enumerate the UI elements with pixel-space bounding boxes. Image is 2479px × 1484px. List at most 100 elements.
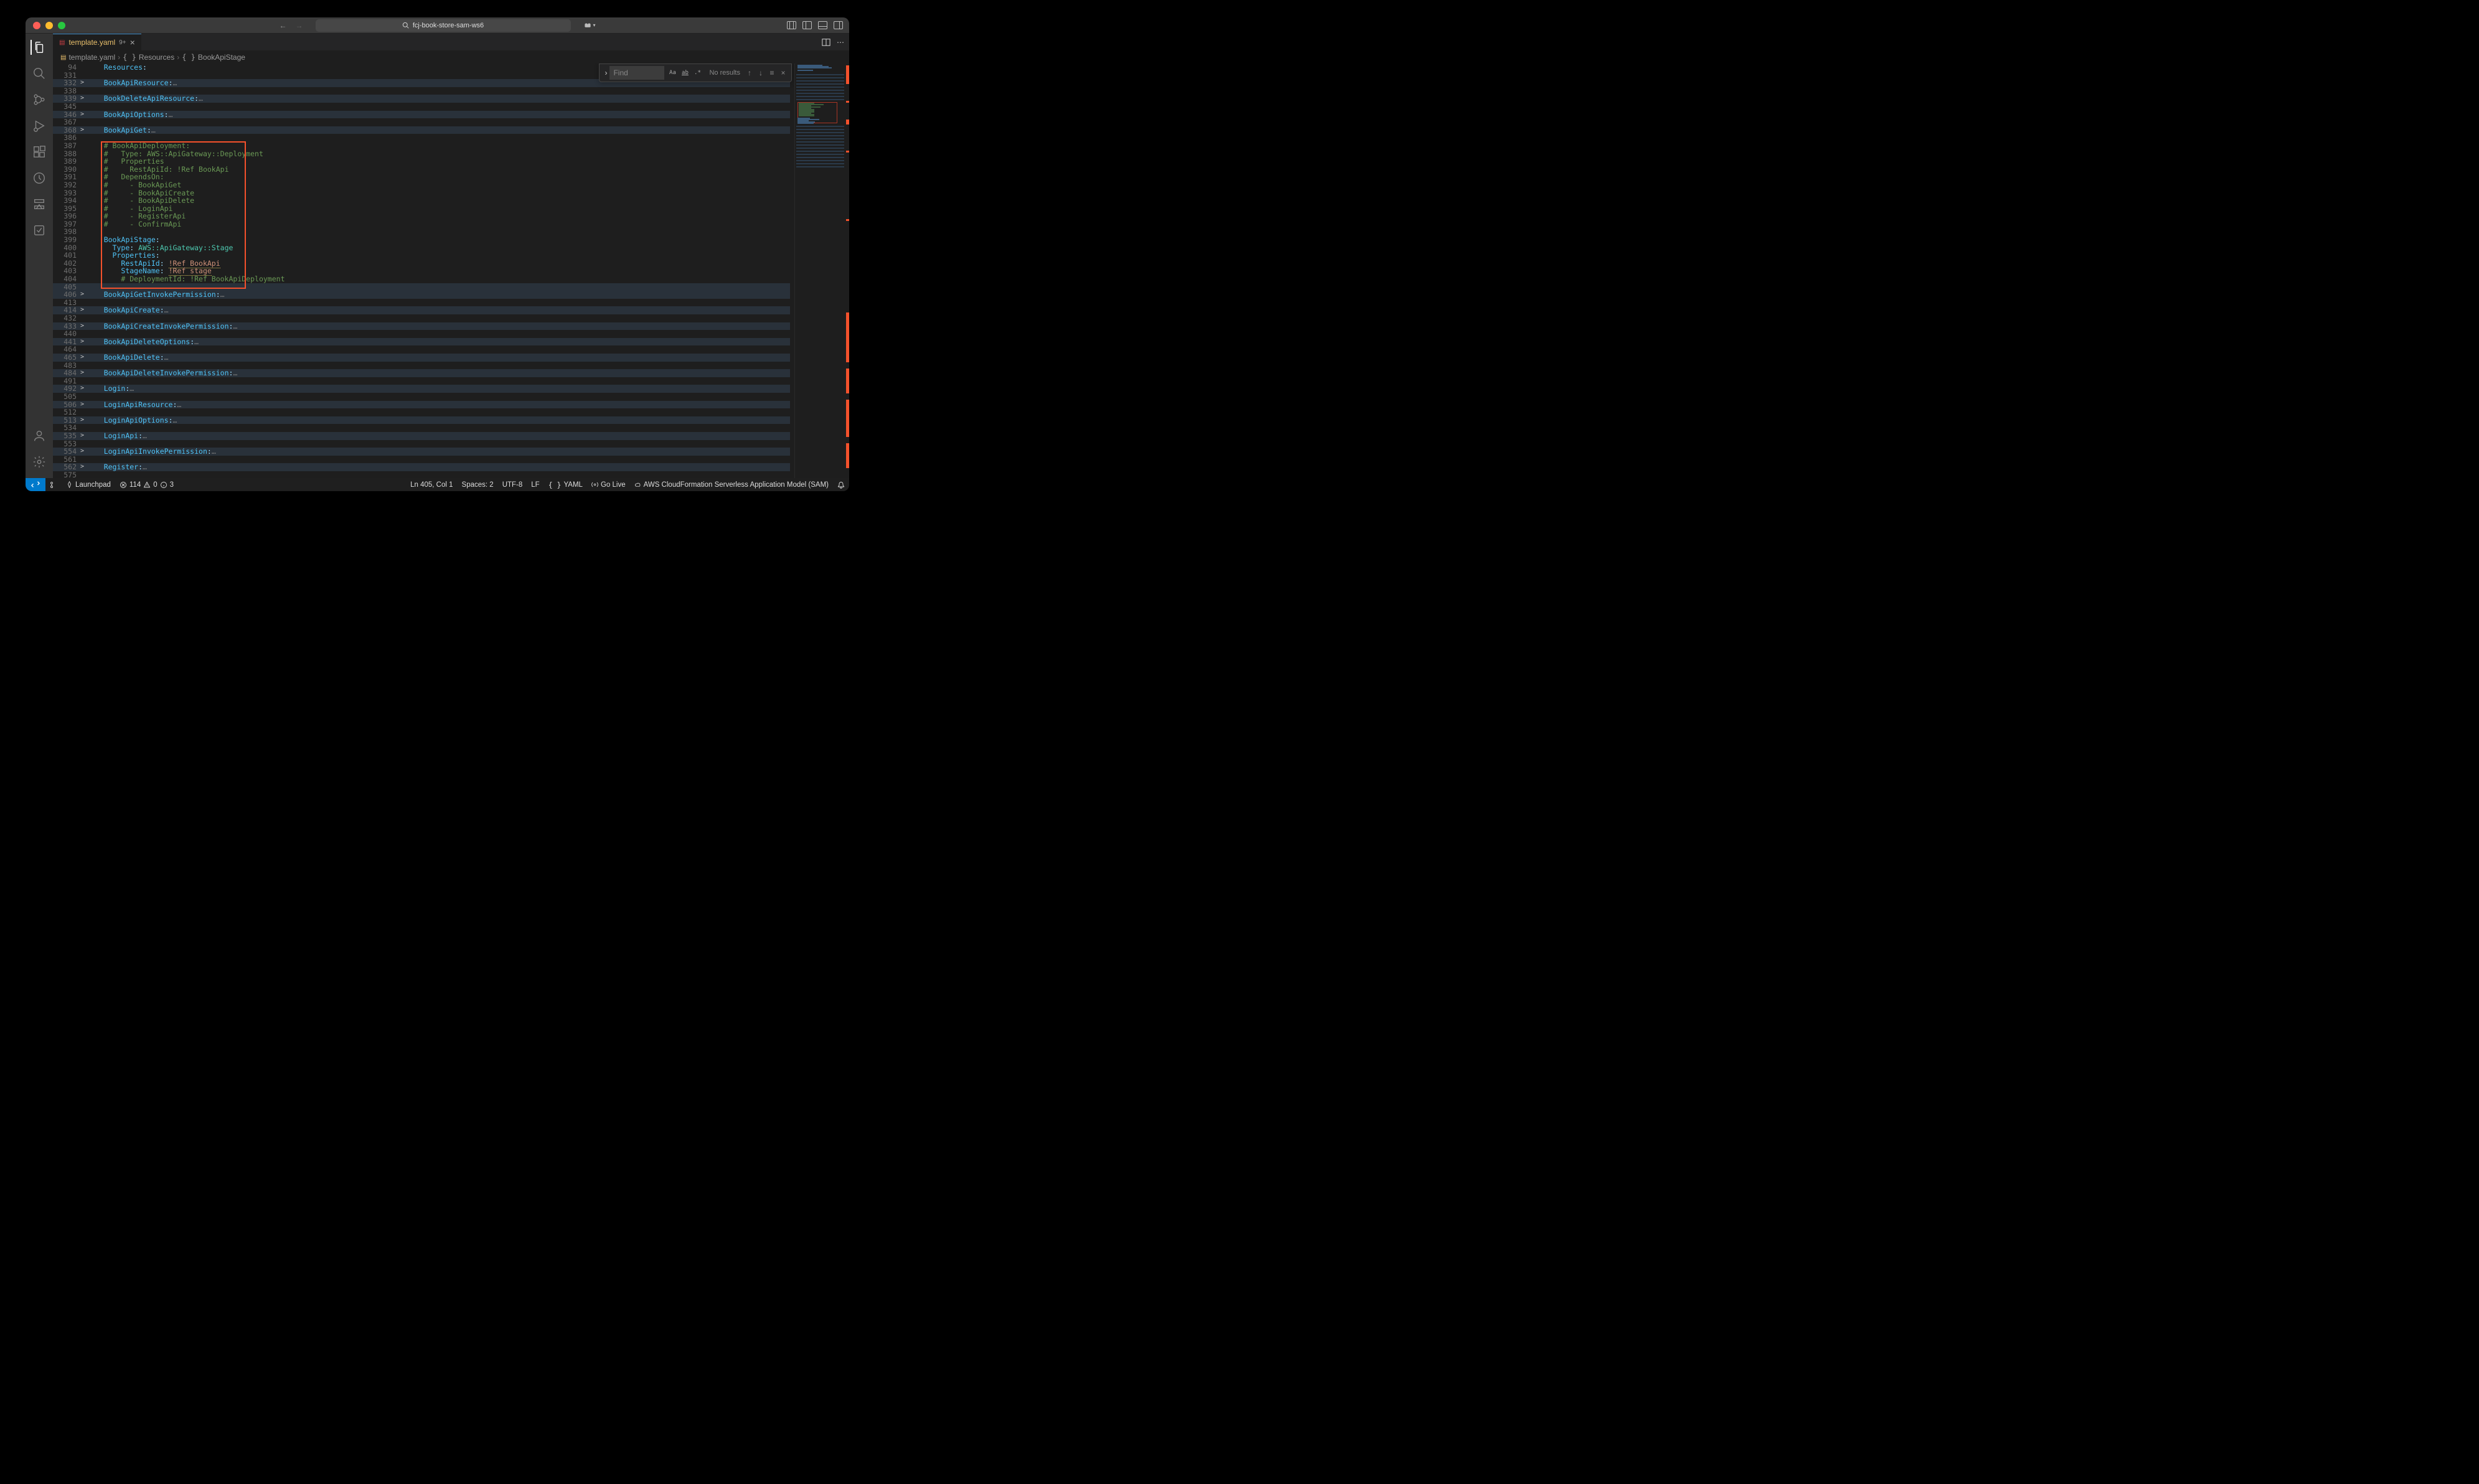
code-line[interactable]: 397 # - ConfirmApi [53,220,790,228]
fold-chevron-icon[interactable]: > [78,306,87,314]
fold-chevron-icon[interactable]: > [78,79,87,87]
code-line[interactable]: 561 [53,456,790,464]
fold-chevron-icon[interactable]: > [78,354,87,362]
run-debug-icon[interactable] [32,118,47,133]
code-content[interactable]: BookApiDelete:… [87,354,790,362]
code-content[interactable]: Type: AWS::ApiGateway::Stage [87,244,790,252]
breadcrumb-bookapistage[interactable]: BookApiStage [198,53,245,62]
breadcrumb-resources[interactable]: Resources [139,53,174,62]
fold-chevron-icon[interactable]: > [78,95,87,103]
code-line[interactable]: 367 [53,118,790,126]
fold-chevron-icon[interactable]: > [78,369,87,377]
code-content[interactable]: LoginApiResource:… [87,401,790,409]
generic-ext-icon-3[interactable] [32,223,47,238]
status-go-live[interactable]: Go Live [587,481,630,489]
find-prev-icon[interactable]: ↑ [744,68,755,77]
code-line[interactable]: 404 # DeploymentId: !Ref BookApiDeployme… [53,275,790,283]
toggle-primary-sidebar-icon[interactable] [802,21,812,29]
code-line[interactable]: 535> LoginApi:… [53,432,790,440]
code-line[interactable]: 441> BookApiDeleteOptions:… [53,338,790,346]
code-line[interactable]: 406> BookApiGetInvokePermission:… [53,291,790,299]
nav-back-icon[interactable]: ← [279,21,286,30]
code-content[interactable]: LoginApiOptions:… [87,416,790,425]
status-encoding[interactable]: UTF-8 [498,481,527,489]
code-content[interactable]: # - ConfirmApi [87,220,790,228]
code-content[interactable]: # - RegisterApi [87,212,790,220]
code-content[interactable]: BookApiGetInvokePermission:… [87,291,790,299]
fold-chevron-icon[interactable]: > [78,401,87,409]
code-line[interactable]: 400 Type: AWS::ApiGateway::Stage [53,244,790,252]
generic-ext-icon-2[interactable] [32,197,47,212]
extension-indicator[interactable]: ▾ [583,21,595,30]
code-content[interactable]: BookDeleteApiResource:… [87,95,790,103]
code-line[interactable]: 575 [53,471,790,478]
code-line[interactable]: 433> BookApiCreateInvokePermission:… [53,322,790,331]
fold-chevron-icon[interactable]: > [78,463,87,471]
code-content[interactable] [87,228,790,236]
code-line[interactable]: 401 Properties: [53,251,790,260]
remote-indicator[interactable] [26,478,45,491]
code-content[interactable] [87,456,790,464]
status-cloudformation-context[interactable]: AWS CloudFormation Serverless Applicatio… [630,481,833,489]
code-content[interactable]: BookApiCreate:… [87,306,790,314]
code-line[interactable]: 484> BookApiDeleteInvokePermission:… [53,369,790,377]
code-content[interactable]: LoginApiInvokePermission:… [87,448,790,456]
code-content[interactable] [87,424,790,432]
code-line[interactable]: 339> BookDeleteApiResource:… [53,95,790,103]
extensions-icon[interactable] [32,144,47,159]
find-input[interactable] [609,66,664,80]
find-next-icon[interactable]: ↓ [755,68,766,77]
find-in-selection-icon[interactable]: ≡ [766,68,778,77]
fold-chevron-icon[interactable]: > [78,432,87,440]
split-editor-icon[interactable] [822,38,830,47]
window-maximize-button[interactable] [58,22,65,29]
code-line[interactable]: 465> BookApiDelete:… [53,354,790,362]
settings-gear-icon[interactable] [32,454,47,469]
status-indentation[interactable]: Spaces: 2 [458,481,498,489]
code-content[interactable]: LoginApi:… [87,432,790,440]
find-toggle-replace-icon[interactable]: › [602,68,609,77]
code-content[interactable] [87,134,790,142]
code-content[interactable]: BookApiCreateInvokePermission:… [87,322,790,331]
code-line[interactable]: 513> LoginApiOptions:… [53,416,790,425]
source-control-icon[interactable] [32,92,47,107]
code-line[interactable]: 534 [53,424,790,432]
code-content[interactable]: Register:… [87,463,790,471]
fold-chevron-icon[interactable]: > [78,338,87,346]
code-content[interactable] [87,118,790,126]
find-whole-word-icon[interactable]: ab [679,67,690,78]
code-content[interactable]: # DependsOn: [87,173,790,181]
status-problems[interactable]: 114 0 3 [115,481,178,489]
code-line[interactable]: 492> Login:… [53,385,790,393]
code-content[interactable]: BookApiDeleteInvokePermission:… [87,369,790,377]
status-cursor-position[interactable]: Ln 405, Col 1 [406,481,457,489]
breadcrumb[interactable]: ▤ template.yaml › { } Resources › { } Bo… [53,51,849,63]
code-line[interactable]: 414> BookApiCreate:… [53,306,790,314]
toggle-secondary-sidebar-icon[interactable] [834,21,843,29]
code-content[interactable]: # Type: AWS::ApiGateway::Deployment [87,150,790,158]
status-gitlens-icon[interactable] [45,481,62,489]
generic-ext-icon-1[interactable] [32,171,47,186]
fold-chevron-icon[interactable]: > [78,126,87,134]
find-regex-icon[interactable]: .* [692,67,703,78]
code-line[interactable]: 346> BookApiOptions:… [53,111,790,119]
status-launchpad[interactable]: Launchpad [62,481,115,489]
code-line[interactable]: 398 [53,228,790,236]
code-content[interactable]: BookApiDeleteOptions:… [87,338,790,346]
code-line[interactable]: 554> LoginApiInvokePermission:… [53,448,790,456]
status-eol[interactable]: LF [527,481,543,489]
code-content[interactable]: # DeploymentId: !Ref BookApiDeployment [87,275,790,283]
fold-chevron-icon[interactable]: > [78,111,87,119]
code-line[interactable]: 506> LoginApiResource:… [53,401,790,409]
toggle-panel-icon[interactable] [818,21,827,29]
code-content[interactable] [87,377,790,385]
fold-chevron-icon[interactable]: > [78,322,87,331]
command-center[interactable]: fcj-book-store-sam-ws6 [315,19,570,32]
window-minimize-button[interactable] [45,22,53,29]
editor-body[interactable]: 94 Resources:331 332> BookApiResource:…3… [53,63,849,478]
fold-chevron-icon[interactable]: > [78,291,87,299]
fold-chevron-icon[interactable]: > [78,416,87,425]
find-close-icon[interactable]: × [778,68,789,77]
minimap[interactable] [794,63,849,478]
code-content[interactable] [87,393,790,401]
